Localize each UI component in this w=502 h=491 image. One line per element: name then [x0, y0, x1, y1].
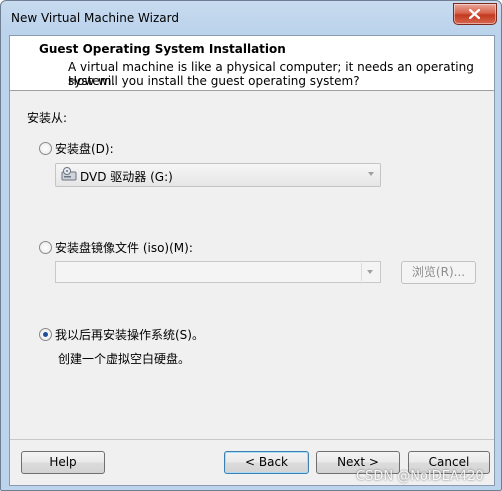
- browse-button[interactable]: 浏览(R)...: [401, 261, 476, 284]
- close-icon: [469, 9, 480, 19]
- dvd-drive-icon: [61, 167, 77, 184]
- iso-image-radio[interactable]: [39, 241, 52, 254]
- title-bar[interactable]: New Virtual Machine Wizard: [1, 1, 501, 35]
- help-button[interactable]: Help: [21, 451, 105, 474]
- disc-drive-value: DVD 驱动器 (G:): [80, 170, 173, 184]
- combo-divider: [361, 263, 362, 281]
- page-title: Guest Operating System Installation: [39, 42, 286, 56]
- chevron-down-icon[interactable]: [368, 172, 374, 176]
- close-button[interactable]: [453, 3, 497, 25]
- install-later-label[interactable]: 我以后再安装操作系统(S)。: [55, 326, 204, 343]
- page-description-line-2: How will you install the guest operating…: [68, 74, 360, 88]
- installer-disc-label[interactable]: 安装盘(D):: [55, 140, 114, 157]
- chevron-down-icon[interactable]: [367, 270, 373, 274]
- installer-disc-radio[interactable]: [39, 142, 52, 155]
- wizard-client-area: Guest Operating System Installation A vi…: [9, 35, 495, 486]
- back-button[interactable]: < Back: [224, 451, 309, 474]
- install-later-description: 创建一个虚拟空白硬盘。: [58, 352, 191, 366]
- watermark: CSDN @NoIDEA420: [356, 469, 484, 484]
- wizard-header: Guest Operating System Installation A vi…: [10, 36, 494, 91]
- wizard-window: New Virtual Machine Wizard Guest Operati…: [0, 0, 502, 491]
- install-later-radio[interactable]: [39, 328, 52, 341]
- disc-drive-select[interactable]: DVD 驱动器 (G:): [55, 163, 381, 187]
- iso-image-label[interactable]: 安装盘镜像文件 (iso)(M):: [55, 239, 193, 256]
- install-from-label: 安装从:: [27, 111, 68, 125]
- iso-path-combo[interactable]: [55, 261, 381, 283]
- window-title: New Virtual Machine Wizard: [11, 11, 179, 25]
- footer-divider: [10, 439, 494, 440]
